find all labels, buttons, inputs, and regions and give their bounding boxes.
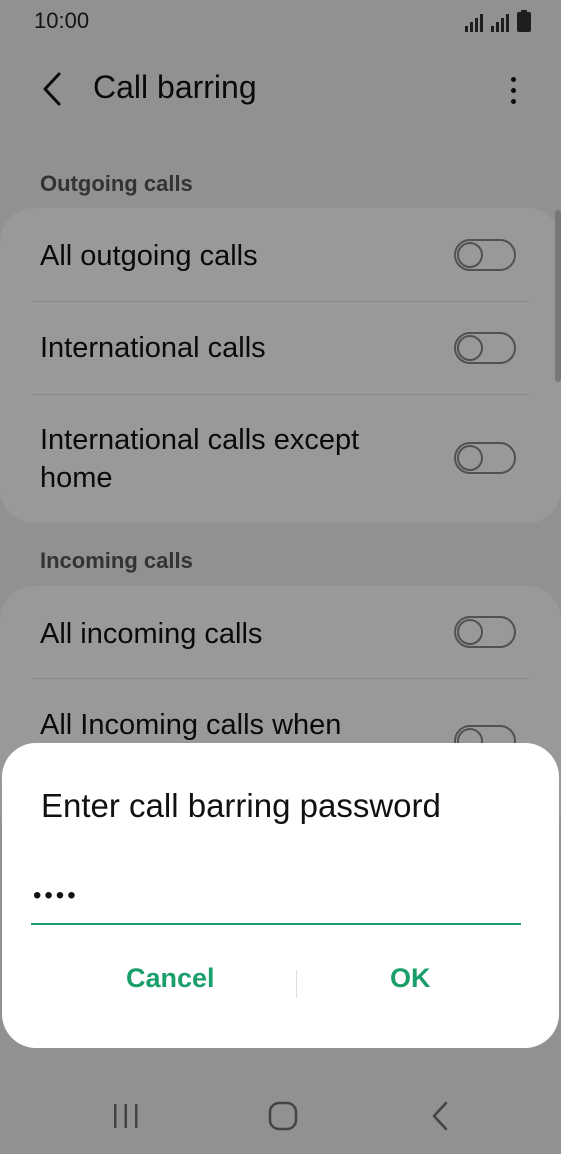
password-dialog: Enter call barring password Cancel OK <box>2 743 559 1048</box>
home-button[interactable] <box>253 1094 313 1138</box>
back-icon <box>432 1101 448 1131</box>
button-divider <box>296 970 297 998</box>
navigation-bar <box>0 1080 561 1154</box>
cancel-button[interactable]: Cancel <box>112 955 229 1002</box>
recents-icon <box>114 1104 138 1128</box>
dialog-title: Enter call barring password <box>41 787 441 824</box>
home-icon <box>268 1101 298 1131</box>
ok-button[interactable]: OK <box>376 955 445 1002</box>
password-input[interactable] <box>31 869 521 925</box>
nav-back-button[interactable] <box>410 1094 470 1138</box>
recents-button[interactable] <box>96 1094 156 1138</box>
